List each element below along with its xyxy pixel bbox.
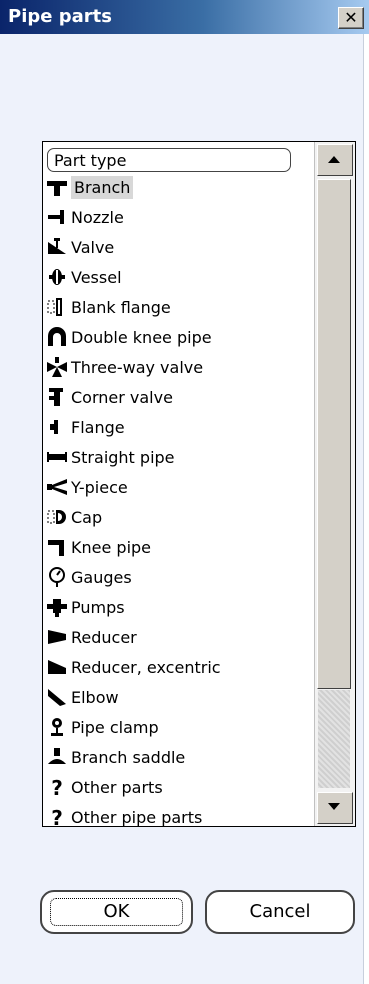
cancel-button[interactable]: Cancel — [205, 890, 355, 934]
pipe-clamp-icon — [51, 718, 63, 736]
dialog-body: Part type Branch Nozzle Valve Vessel Blank f… — [0, 34, 364, 984]
list-item-label: Knee pipe — [71, 537, 152, 557]
question-icon: ? — [51, 776, 63, 798]
scroll-thumb[interactable] — [317, 179, 351, 689]
cap-icon — [47, 510, 66, 524]
pump-icon — [47, 599, 67, 617]
list-item-label: Reducer — [71, 627, 137, 647]
knee-pipe-icon — [48, 540, 64, 556]
pipe-parts-dialog: Pipe parts ✕ Part type Branch Nozzle Valve… — [0, 0, 369, 984]
list-item-label: Reducer, excentric — [71, 657, 221, 677]
list-item-label: Branch — [71, 175, 134, 199]
focus-rect — [50, 898, 183, 926]
list-item-label: Double knee pipe — [71, 327, 212, 347]
list-item[interactable]: Reducer, excentric — [46, 652, 221, 682]
list-item-label: Nozzle — [71, 207, 124, 227]
list-item-label: Branch saddle — [71, 747, 186, 767]
list-item[interactable]: Gauges — [46, 562, 132, 592]
list-item-label: Cap — [71, 507, 103, 527]
list-item[interactable]: Corner valve — [46, 382, 173, 412]
list-item[interactable]: Vessel — [46, 262, 122, 292]
elbow-icon — [48, 689, 66, 706]
corner-valve-icon — [49, 388, 63, 406]
list-rows: Part type Branch Nozzle Valve Vessel Blank f… — [43, 142, 313, 826]
double-knee-pipe-icon — [48, 327, 66, 346]
list-item[interactable]: Y-piece — [46, 472, 128, 502]
list-item[interactable]: Double knee pipe — [46, 322, 212, 352]
question-icon: ? — [51, 806, 63, 826]
list-item-label: Y-piece — [71, 477, 128, 497]
branch-saddle-icon — [48, 748, 66, 764]
reducer-icon — [48, 630, 66, 644]
vertical-scrollbar[interactable] — [314, 142, 355, 826]
dialog-title: Pipe parts — [8, 6, 112, 27]
list-item-label: Elbow — [71, 687, 119, 707]
vessel-icon — [49, 269, 65, 285]
list-item[interactable]: Pipe clamp — [46, 712, 159, 742]
reducer-excentric-icon — [48, 660, 66, 674]
scroll-up-button[interactable] — [317, 144, 353, 176]
list-item[interactable]: ? Other parts — [46, 772, 163, 802]
arrow-down-icon — [328, 803, 340, 810]
svg-text:?: ? — [51, 776, 63, 798]
gauge-icon — [49, 567, 65, 587]
list-item[interactable]: Pumps — [46, 592, 125, 622]
list-item[interactable]: Branch saddle — [46, 742, 185, 772]
list-item-label: Straight pipe — [71, 447, 175, 467]
valve-icon — [48, 238, 66, 254]
three-way-valve-icon — [47, 357, 67, 377]
list-item-label: Gauges — [71, 567, 132, 587]
list-item-label: Flange — [71, 417, 125, 437]
list-item[interactable]: Branch — [46, 172, 134, 202]
arrow-up-icon — [328, 156, 340, 163]
list-item[interactable]: Blank flange — [46, 292, 171, 322]
list-item[interactable]: Cap — [46, 502, 102, 532]
nozzle-icon — [48, 210, 64, 224]
branch-icon — [47, 181, 67, 196]
flange-icon — [50, 420, 58, 434]
list-item[interactable]: Straight pipe — [46, 442, 175, 472]
list-item[interactable]: Three-way valve — [46, 352, 203, 382]
list-item[interactable]: ? Other pipe parts — [46, 802, 202, 826]
scroll-track[interactable] — [318, 690, 350, 788]
list-item[interactable]: Knee pipe — [46, 532, 151, 562]
list-item[interactable]: Flange — [46, 412, 125, 442]
list-item-label: Three-way valve — [71, 357, 204, 377]
list-header[interactable]: Part type — [47, 148, 291, 172]
list-item-label: Other parts — [71, 777, 163, 797]
list-item-label: Pumps — [71, 597, 125, 617]
straight-pipe-icon — [47, 452, 67, 462]
cancel-label: Cancel — [249, 901, 311, 922]
part-type-list[interactable]: Part type Branch Nozzle Valve Vessel Blank f… — [42, 141, 356, 827]
list-item-label: Vessel — [71, 267, 122, 287]
blank-flange-icon — [47, 298, 62, 316]
list-item-label: Corner valve — [71, 387, 173, 407]
scroll-down-button[interactable] — [317, 792, 353, 824]
ok-button[interactable]: OK — [40, 890, 193, 934]
close-button[interactable]: ✕ — [338, 7, 364, 29]
title-bar[interactable]: Pipe parts ✕ — [0, 0, 369, 34]
list-item[interactable]: Valve — [46, 232, 114, 262]
list-item-label: Blank flange — [71, 297, 171, 317]
svg-text:?: ? — [51, 806, 63, 826]
list-item-label: Valve — [71, 237, 115, 257]
y-piece-icon — [47, 479, 67, 495]
list-item[interactable]: Elbow — [46, 682, 119, 712]
list-item-label: Other pipe parts — [71, 807, 203, 827]
list-item[interactable]: Nozzle — [46, 202, 124, 232]
list-item-label: Pipe clamp — [71, 717, 159, 737]
list-item[interactable]: Reducer — [46, 622, 137, 652]
